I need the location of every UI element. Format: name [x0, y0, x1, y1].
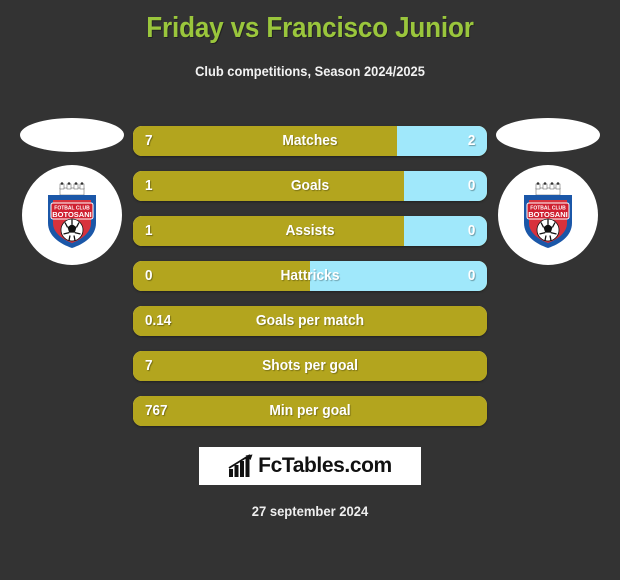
stat-row: 0 Hattricks 0: [133, 261, 487, 291]
botosani-crest-icon: FOTBAL CLUB BOTOSANI: [524, 182, 572, 248]
stat-label: Assists: [285, 222, 335, 239]
svg-text:BOTOSANI: BOTOSANI: [528, 210, 567, 219]
stat-label: Goals per match: [255, 312, 365, 329]
svg-text:BOTOSANI: BOTOSANI: [52, 210, 91, 219]
stat-label: Goals: [290, 177, 330, 194]
away-photo-ellipse: [496, 118, 600, 152]
stat-label: Shots per goal: [262, 357, 358, 374]
away-crest-badge: FOTBAL CLUB BOTOSANI: [498, 165, 598, 265]
fctables-logo[interactable]: FcTables.com: [199, 447, 421, 485]
report-date: 27 september 2024: [251, 503, 369, 519]
stat-label: Hattricks: [280, 267, 340, 284]
stat-row: 767 Min per goal: [133, 396, 487, 426]
botosani-crest-icon: FOTBAL CLUB BOTOSANI: [48, 182, 96, 248]
stat-row: 7 Matches 2: [133, 126, 487, 156]
stat-comparison-card: Friday vs Francisco Junior Club competit…: [0, 0, 620, 580]
home-crest-badge: FOTBAL CLUB BOTOSANI: [22, 165, 122, 265]
home-photo-ellipse: [20, 118, 124, 152]
stat-row: 7 Shots per goal: [133, 351, 487, 381]
bar-chart-icon: [228, 454, 253, 477]
stat-row: 1 Goals 0: [133, 171, 487, 201]
fctables-logo-text: FcTables.com: [258, 454, 392, 477]
page-subtitle: Club competitions, Season 2024/2025: [195, 63, 425, 79]
stat-label: Min per goal: [269, 402, 351, 419]
page-title: Friday vs Francisco Junior: [146, 12, 474, 44]
stat-row: 0.14 Goals per match: [133, 306, 487, 336]
stats-list: 7 Matches 2 1 Goals 0 1 Assists 0 0 Hatt…: [133, 126, 487, 441]
stat-row: 1 Assists 0: [133, 216, 487, 246]
stat-label: Matches: [282, 132, 338, 149]
